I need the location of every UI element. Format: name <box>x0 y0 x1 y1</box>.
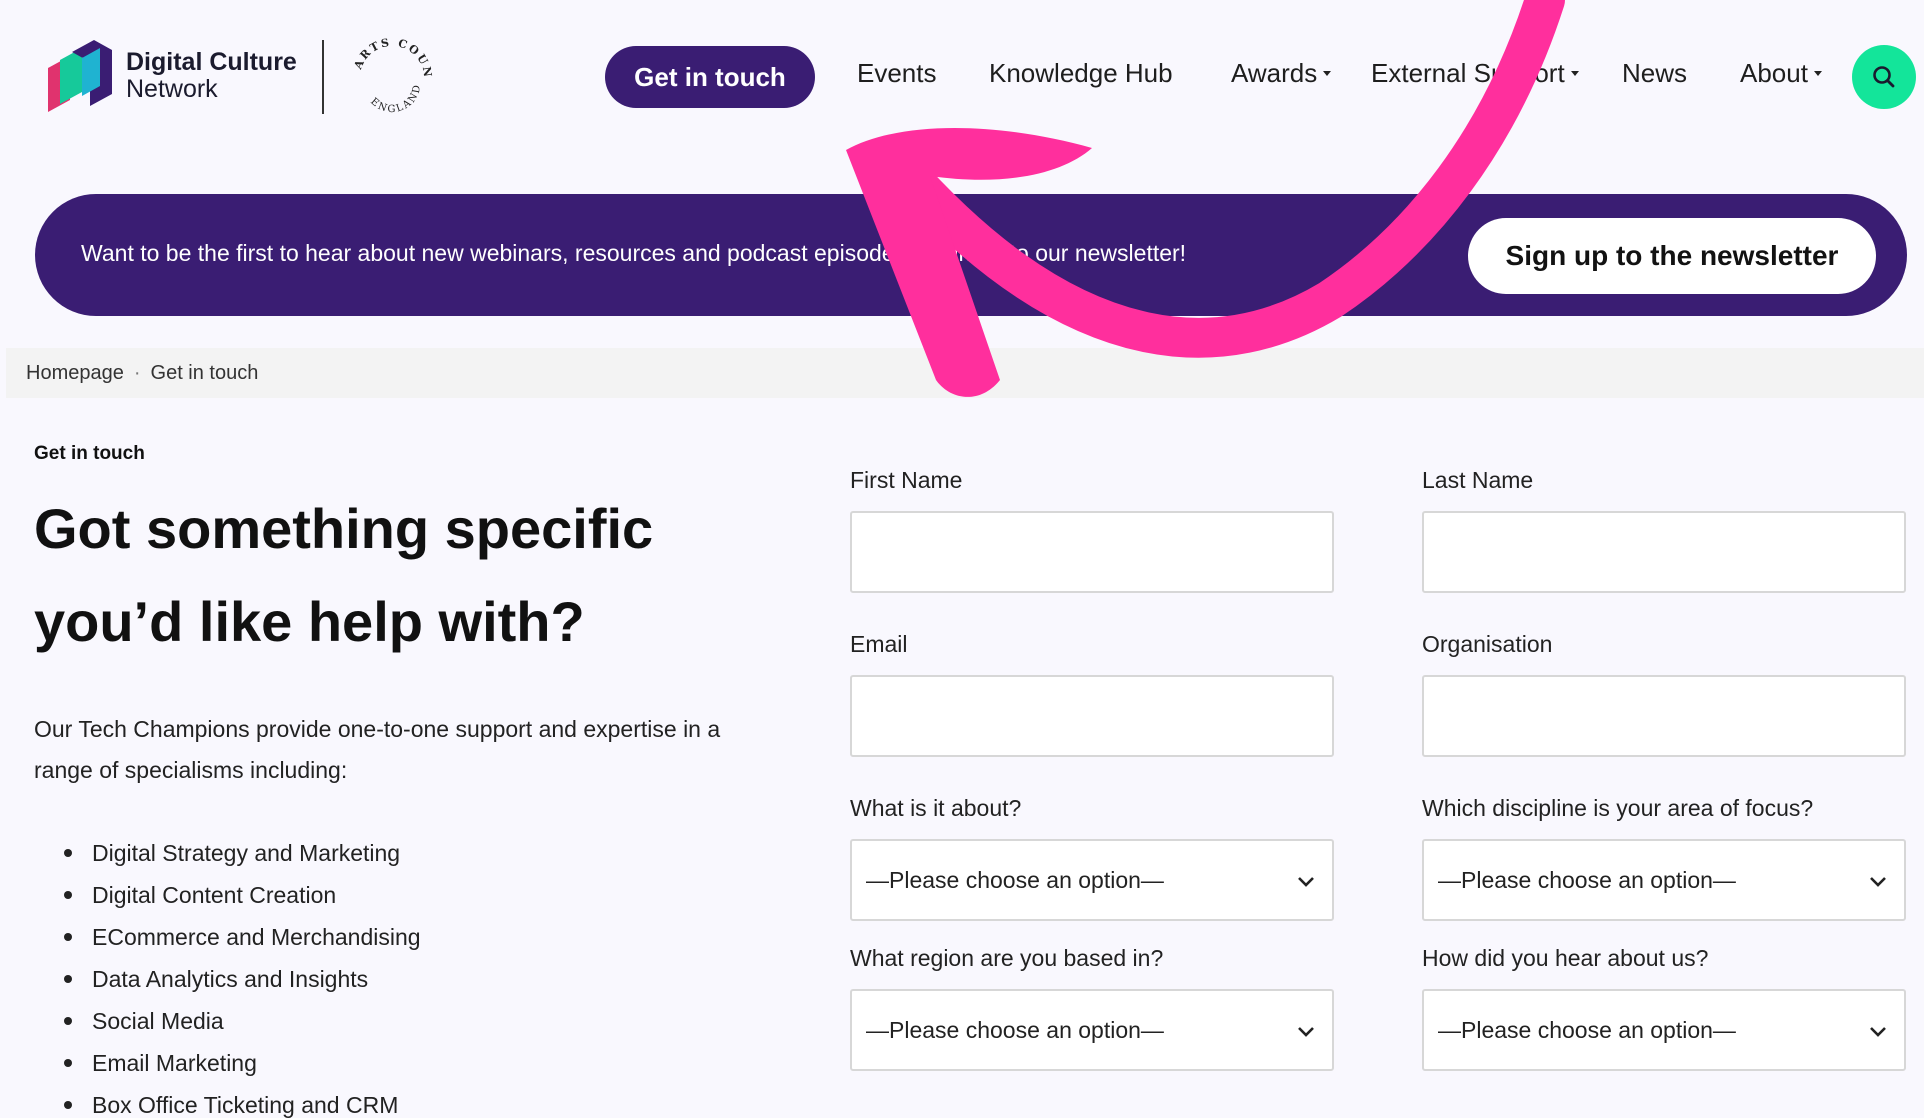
breadcrumb-current[interactable]: Get in touch <box>151 362 259 385</box>
svg-text:ENGLAND: ENGLAND <box>368 82 423 115</box>
dcn-logo-icon <box>48 40 112 112</box>
arts-council-logo[interactable]: ARTS COUNCIL ENGLAND <box>350 34 434 118</box>
breadcrumb-homepage[interactable]: Homepage <box>26 362 124 385</box>
arts-council-text: ARTS COUNCIL <box>350 34 432 80</box>
nav-knowledge-hub[interactable]: Knowledge Hub <box>989 58 1173 89</box>
nav-label: Awards <box>1231 58 1318 88</box>
search-icon <box>1873 66 1895 88</box>
intro-paragraph: Our Tech Champions provide one-to-one su… <box>34 716 721 783</box>
nav-events[interactable]: Events <box>857 58 937 89</box>
discipline-label: Which discipline is your area of focus? <box>1422 795 1814 821</box>
site-header: Digital Culture Network ARTS COUNCIL ENG… <box>0 0 1924 150</box>
email-field[interactable] <box>850 675 1334 757</box>
nav-external-support[interactable]: External Support <box>1371 58 1579 89</box>
list-item: Email Marketing <box>34 1042 421 1084</box>
page-title: Got something specific you’d like help w… <box>34 497 654 653</box>
nav-label: News <box>1622 58 1688 88</box>
last-name-field[interactable] <box>1422 511 1906 593</box>
logo-text: Digital Culture Network <box>126 49 297 103</box>
heard-selected-value: —Please choose an option— <box>1438 1016 1736 1043</box>
caret-down-icon <box>1813 71 1822 76</box>
newsletter-banner: Want to be the first to hear about new w… <box>35 194 1907 316</box>
list-item: Data Analytics and Insights <box>34 958 421 1000</box>
chevron-down-icon <box>1870 1027 1886 1037</box>
region-select[interactable]: —Please choose an option— <box>850 989 1334 1071</box>
logo-line-1: Digital Culture <box>126 48 297 76</box>
chevron-down-icon <box>1298 877 1314 887</box>
list-item: Social Media <box>34 1000 421 1042</box>
england-text: ENGLAND <box>368 82 421 115</box>
nav-news[interactable]: News <box>1622 58 1687 89</box>
about-label: What is it about? <box>850 795 1022 821</box>
organisation-label: Organisation <box>1422 631 1553 657</box>
search-button[interactable] <box>1852 45 1916 109</box>
email-label: Email <box>850 631 908 657</box>
first-name-field[interactable] <box>850 511 1334 593</box>
organisation-field[interactable] <box>1422 675 1906 757</box>
chevron-down-icon <box>1870 877 1886 887</box>
list-item: ECommerce and Merchandising <box>34 916 421 958</box>
newsletter-banner-text: Want to be the first to hear about new w… <box>81 240 1187 266</box>
get-in-touch-button[interactable]: Get in touch <box>605 46 815 108</box>
nav-label: External Support <box>1371 58 1565 88</box>
nav-awards[interactable]: Awards <box>1231 58 1332 89</box>
region-selected-value: —Please choose an option— <box>866 1016 1164 1043</box>
discipline-select[interactable]: —Please choose an option— <box>1422 839 1906 921</box>
breadcrumb: Homepage · Get in touch <box>6 348 1924 398</box>
list-item: Digital Strategy and Marketing <box>34 832 421 874</box>
newsletter-signup-button[interactable]: Sign up to the newsletter <box>1468 218 1876 294</box>
logo-line-2: Network <box>126 75 218 103</box>
first-name-label: First Name <box>850 467 963 493</box>
nav-label: Events <box>857 58 937 88</box>
specialisms-list: Digital Strategy and Marketing Digital C… <box>34 832 421 1118</box>
nav-label: Knowledge Hub <box>989 58 1173 88</box>
svg-text:ARTS COUNCIL: ARTS COUNCIL <box>350 34 434 80</box>
about-select[interactable]: —Please choose an option— <box>850 839 1334 921</box>
breadcrumb-separator: · <box>133 361 141 384</box>
about-selected-value: —Please choose an option— <box>866 866 1164 893</box>
list-item: Box Office Ticketing and CRM <box>34 1084 421 1118</box>
section-eyebrow: Get in touch <box>34 443 145 464</box>
discipline-selected-value: —Please choose an option— <box>1438 866 1736 893</box>
nav-about[interactable]: About <box>1740 58 1822 89</box>
chevron-down-icon <box>1298 1027 1314 1037</box>
heard-select[interactable]: —Please choose an option— <box>1422 989 1906 1071</box>
region-label: What region are you based in? <box>850 945 1164 971</box>
list-item: Digital Content Creation <box>34 874 421 916</box>
last-name-label: Last Name <box>1422 467 1534 493</box>
logo-divider <box>322 40 324 114</box>
heard-label: How did you hear about us? <box>1422 945 1709 971</box>
caret-down-icon <box>1570 71 1579 76</box>
site-logo[interactable]: Digital Culture Network <box>42 38 297 114</box>
caret-down-icon <box>1323 71 1332 76</box>
nav-label: About <box>1740 58 1808 88</box>
